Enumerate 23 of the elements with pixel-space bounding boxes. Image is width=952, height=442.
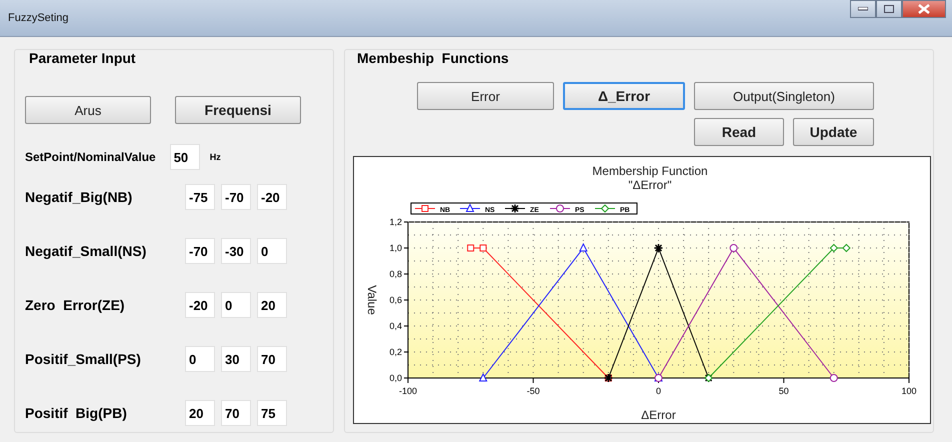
y-tick-label: 1,0: [389, 243, 402, 253]
y-tick-label: 1,2: [389, 217, 402, 227]
x-tick-label: 50: [778, 386, 789, 396]
setpoint-label: SetPoint/NominalValue: [25, 150, 156, 164]
set-label: Negatif_Big(NB): [25, 189, 134, 205]
y-tick-label: 0,4: [389, 321, 402, 331]
y-tick-label: 0,6: [389, 295, 402, 305]
y-axis-label: Value: [365, 285, 379, 315]
set-label: Positif Big(PB): [25, 405, 128, 421]
y-tick-label: 0,2: [389, 347, 402, 357]
x-axis-label: ΔError: [641, 408, 676, 422]
window-title: FuzzySeting: [8, 12, 69, 24]
set-label: Zero Error(ZE): [25, 297, 126, 313]
x-tick-label: -50: [526, 386, 540, 396]
unit-label: Hz: [210, 152, 221, 162]
y-tick-label: 0,8: [389, 269, 402, 279]
x-tick-label: -100: [398, 386, 418, 396]
y-tick-label: 0,0: [389, 373, 402, 383]
set-label: Negatif_Small(NS): [25, 243, 148, 259]
x-tick-label: 0: [656, 386, 662, 396]
chart-title: Membership Function "ΔError": [592, 164, 708, 192]
set-label: Positif_Small(PS): [25, 351, 142, 367]
x-tick-label: 100: [901, 386, 917, 396]
